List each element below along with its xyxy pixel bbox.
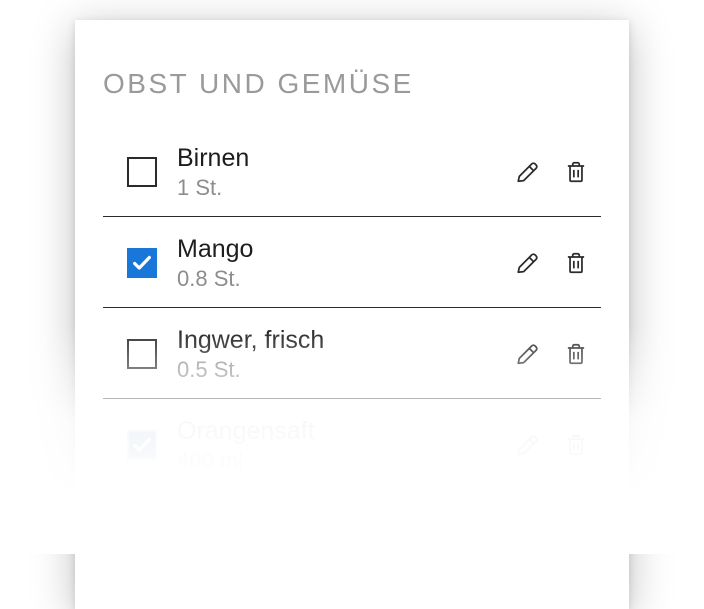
item-list: Birnen 1 St. Mango 0.8 St. [103, 126, 601, 489]
edit-icon[interactable] [513, 157, 543, 187]
item-checkbox[interactable] [127, 339, 157, 369]
item-name: Birnen [177, 144, 513, 173]
item-actions [513, 157, 601, 187]
item-checkbox[interactable] [127, 248, 157, 278]
item-texts: Birnen 1 St. [177, 144, 513, 200]
item-actions [513, 248, 601, 278]
edit-icon[interactable] [513, 248, 543, 278]
trash-icon[interactable] [561, 430, 591, 460]
list-item: Mango 0.8 St. [103, 217, 601, 308]
edit-icon[interactable] [513, 430, 543, 460]
list-item: Orangensaft 400 ml [103, 399, 601, 489]
item-quantity: 1 St. [177, 175, 513, 200]
item-name: Orangensaft [177, 417, 513, 446]
item-actions [513, 339, 601, 369]
item-texts: Orangensaft 400 ml [177, 417, 513, 473]
trash-icon[interactable] [561, 248, 591, 278]
shopping-list-card: Obst und Gemüse Birnen 1 St. [75, 20, 629, 609]
item-name: Ingwer, frisch [177, 326, 513, 355]
item-checkbox[interactable] [127, 157, 157, 187]
edit-icon[interactable] [513, 339, 543, 369]
item-quantity: 400 ml [177, 448, 513, 473]
trash-icon[interactable] [561, 339, 591, 369]
trash-icon[interactable] [561, 157, 591, 187]
item-checkbox[interactable] [127, 430, 157, 460]
list-item: Ingwer, frisch 0.5 St. [103, 308, 601, 399]
section-title: Obst und Gemüse [103, 68, 601, 100]
item-texts: Mango 0.8 St. [177, 235, 513, 291]
item-quantity: 0.8 St. [177, 266, 513, 291]
item-quantity: 0.5 St. [177, 357, 513, 382]
list-item: Birnen 1 St. [103, 126, 601, 217]
item-texts: Ingwer, frisch 0.5 St. [177, 326, 513, 382]
item-actions [513, 430, 601, 460]
item-name: Mango [177, 235, 513, 264]
